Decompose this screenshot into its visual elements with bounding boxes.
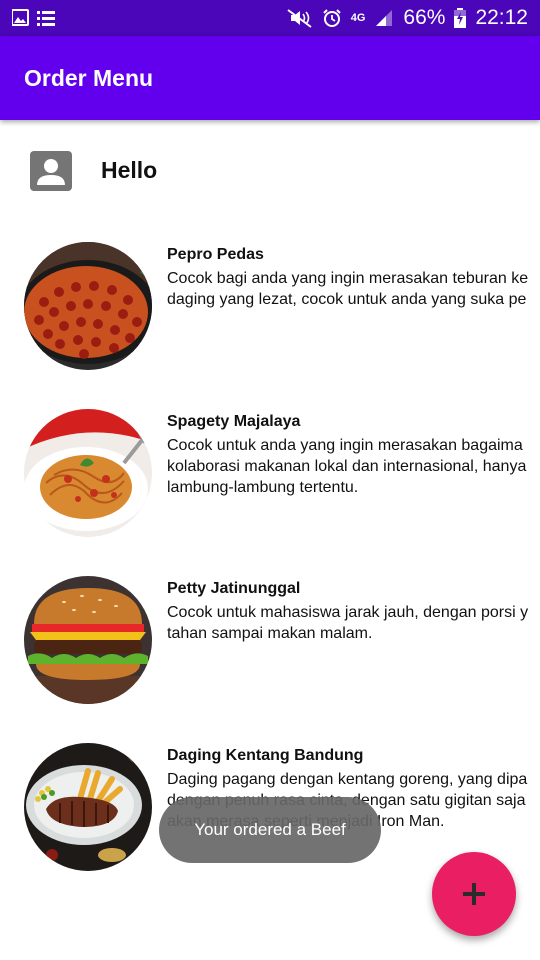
app-bar: Order Menu [0, 36, 540, 120]
spaghetti-image [24, 409, 152, 537]
app-title: Order Menu [24, 65, 154, 91]
item-description: Cocok untuk anda yang ingin merasakan ba… [167, 435, 540, 498]
image-icon [11, 9, 29, 26]
description-line: tahan sampai makan malam. [167, 625, 373, 642]
item-description: Cocok untuk mahasiswa jarak jauh, dengan… [167, 602, 540, 644]
battery-percent: 66% [403, 6, 446, 29]
description-line: daging yang lezat, cocok untuk anda yang… [167, 291, 527, 308]
list-icon [37, 11, 55, 26]
battery-icon [454, 8, 467, 28]
menu-item-petty-jatinunggal[interactable]: Petty Jatinunggal Cocok untuk mahasiswa … [0, 576, 540, 706]
account-box-icon [30, 151, 72, 191]
description-line: Cocok bagi anda yang ingin merasakan teb… [167, 270, 529, 287]
description-line: Cocok untuk mahasiswa jarak jauh, dengan… [167, 604, 529, 621]
clock: 22:12 [475, 6, 528, 29]
description-line: Daging pagang dengan kentang goreng, yan… [167, 771, 528, 788]
notification-icons [11, 9, 55, 26]
description-line: lambung-lambung tertentu. [167, 479, 359, 496]
toast-message: Your ordered a Beef [159, 797, 381, 863]
network-type: 4G [350, 12, 366, 24]
mute-icon [287, 9, 312, 28]
alarm-icon [323, 9, 341, 27]
add-fab-button[interactable] [432, 852, 516, 936]
greeting-text: Hello [101, 157, 158, 183]
add-icon [463, 883, 485, 905]
item-name: Petty Jatinunggal [167, 580, 301, 597]
steak-image [24, 743, 152, 871]
description-line: Cocok untuk anda yang ingin merasakan ba… [167, 437, 523, 454]
pizza-image [24, 242, 152, 370]
status-bar: 4G 66% 22:12 [0, 0, 540, 36]
item-name: Daging Kentang Bandung [167, 747, 364, 764]
burger-image [24, 576, 152, 704]
item-name: Spagety Majalaya [167, 413, 301, 430]
item-description: Cocok bagi anda yang ingin merasakan teb… [167, 268, 540, 310]
item-name: Pepro Pedas [167, 246, 264, 263]
menu-item-spagety-majalaya[interactable]: Spagety Majalaya Cocok untuk anda yang i… [0, 409, 540, 539]
menu-item-pepro-pedas[interactable]: Pepro Pedas Cocok bagi anda yang ingin m… [0, 242, 540, 372]
signal-icon [376, 10, 393, 26]
description-line: kolaborasi makanan lokal dan internasion… [167, 458, 527, 475]
